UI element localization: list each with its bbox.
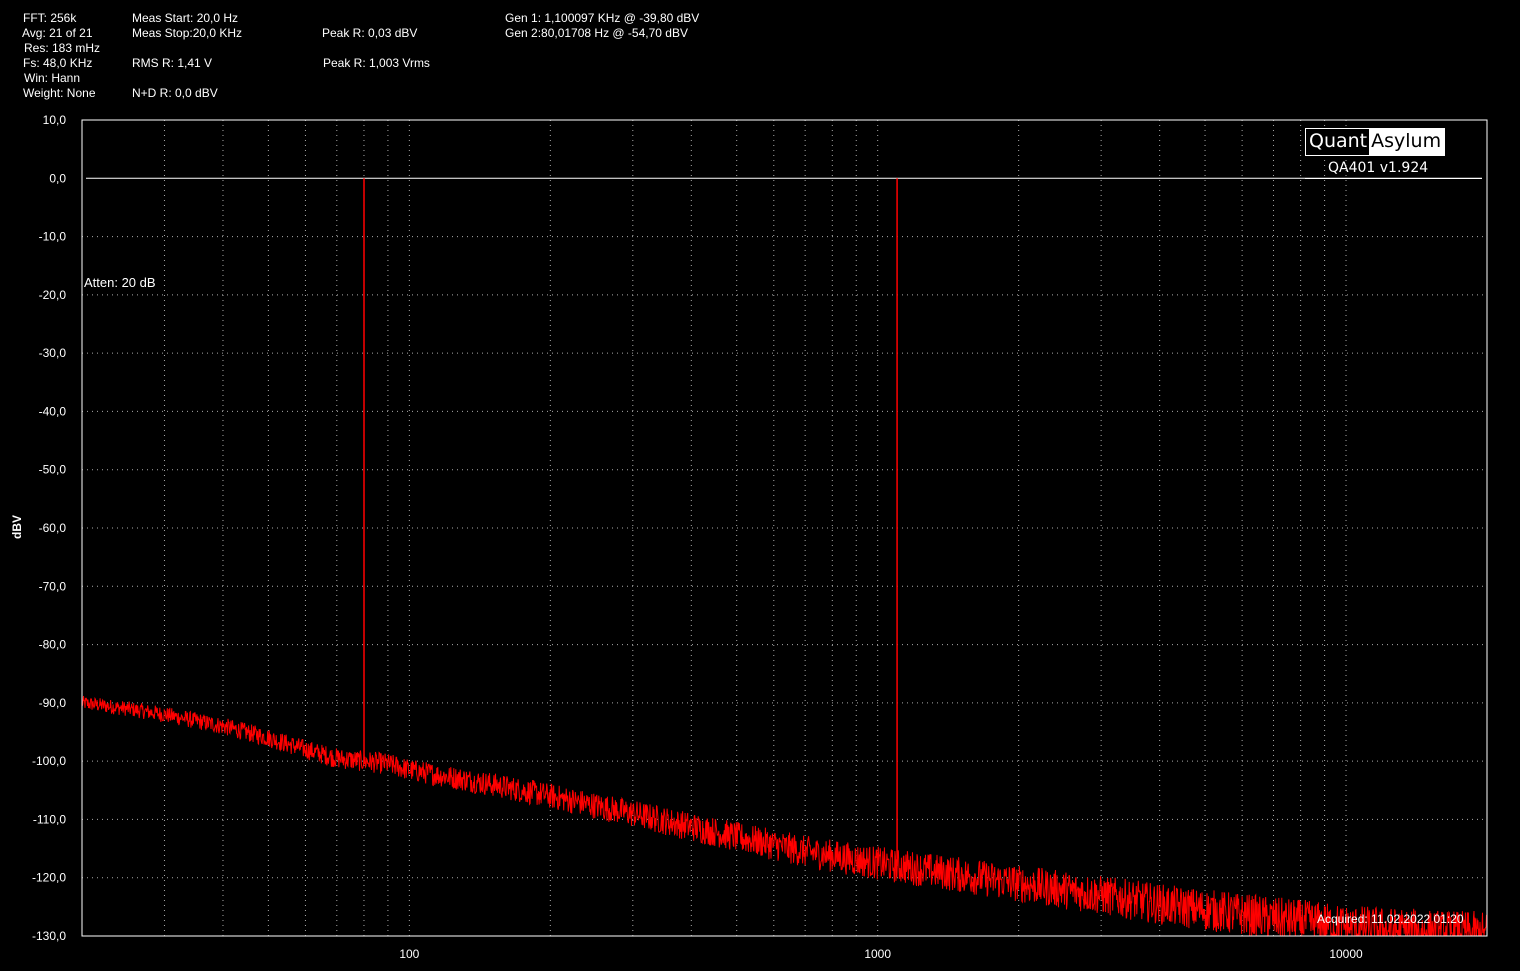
y-tick-label: -120,0	[32, 871, 66, 885]
y-tick-label: 0,0	[49, 171, 66, 185]
y-tick-label: -30,0	[39, 346, 67, 360]
y-tick-label: -80,0	[39, 638, 67, 652]
acquired-timestamp: Acquired: 11.02.2022 01:20	[1317, 912, 1464, 926]
y-tick-label: -70,0	[39, 579, 67, 593]
quantasylum-logo: Quant Asylum	[1305, 128, 1446, 156]
logo-divider	[1305, 178, 1482, 179]
y-tick-label: 10,0	[43, 113, 67, 127]
x-tick-label: 1000	[864, 947, 891, 961]
y-tick-label: -110,0	[33, 812, 66, 826]
trace-layer	[81, 178, 1488, 938]
spectrum-plot[interactable]: 10,0 0,0 -10,0 -20,0 -30,0 -40,0 -50,0 -60,0 -70…	[0, 0, 1520, 971]
y-tick-label: -130,0	[32, 929, 66, 943]
y-tick-label: -40,0	[39, 404, 67, 418]
y-tick-label: -10,0	[39, 230, 67, 244]
y-tick-label: -50,0	[39, 463, 67, 477]
grid-lines	[82, 120, 1487, 936]
y-axis-label: dBV	[10, 515, 24, 539]
y-tick-label: -60,0	[39, 521, 67, 535]
y-tick-label: -20,0	[39, 288, 67, 302]
x-tick-label: 10000	[1329, 947, 1363, 961]
y-tick-label: -90,0	[39, 696, 67, 710]
noise-floor-trace	[81, 696, 1488, 938]
attenuation-label: Atten: 20 dB	[84, 275, 156, 290]
version-label: QA401 v1.924	[1328, 160, 1429, 176]
x-tick-label: 100	[399, 947, 419, 961]
y-tick-label: -100,0	[32, 754, 66, 768]
